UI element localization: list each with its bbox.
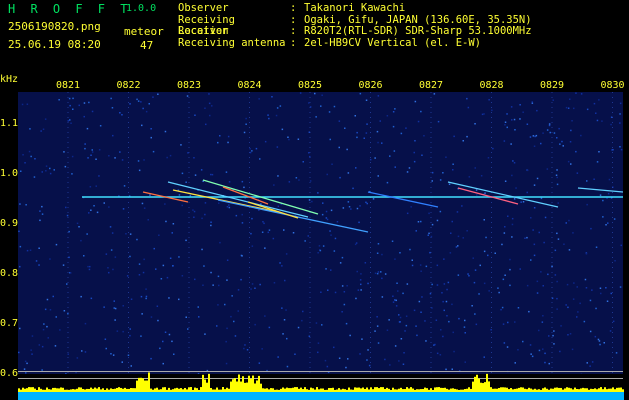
waterfall-canvas bbox=[18, 92, 623, 374]
file-name: 2506190820.png bbox=[8, 20, 101, 33]
frequency-tick-label: 0.8 bbox=[0, 268, 19, 279]
meta-row-antenna: Receiving antenna:2el-HB9CV Vertical (el… bbox=[178, 36, 482, 49]
meta-row-receiver: Receiver: R820T2(RTL-SDR) SDR-Sharp 53.10… bbox=[178, 25, 532, 37]
waterfall-spectrogram[interactable] bbox=[18, 92, 623, 374]
time-tick-label: 0821 bbox=[55, 80, 81, 91]
meteor-echo bbox=[447, 181, 559, 208]
time-tick-label: 0829 bbox=[539, 80, 565, 91]
time-tick-label: 0828 bbox=[479, 80, 504, 91]
frequency-unit-label: kHz bbox=[0, 74, 19, 85]
time-tick-label: 0826 bbox=[358, 80, 383, 91]
meteor-echo bbox=[247, 201, 299, 219]
frequency-tick-label: 0.7 bbox=[0, 318, 19, 329]
header-panel: H R O F F T 1.0.0 2506190820.png 25.06.1… bbox=[0, 0, 629, 74]
metadata-block: Observer: Takanori Kawachi Receiving Loca… bbox=[178, 2, 532, 49]
file-datetime: 25.06.19 08:20 bbox=[8, 38, 101, 51]
spectrogram-panel: kHz 1.1 1.0 0.9 0.8 0.7 0.6 0821 0822 0823 0824 0… bbox=[0, 74, 629, 400]
time-tick-label: 0825 bbox=[297, 80, 323, 91]
meteor-echo bbox=[367, 191, 439, 208]
time-tick-label: 0827 bbox=[418, 80, 444, 91]
time-tick-label: 0822 bbox=[116, 80, 141, 91]
frequency-tick-label: 1.1 bbox=[0, 118, 19, 129]
meta-row-observer: Observer: Takanori Kawachi bbox=[178, 2, 406, 14]
app-version: 1.0.0 bbox=[126, 3, 157, 14]
frequency-tick-label: 1.0 bbox=[0, 168, 19, 179]
detection-count: 47 bbox=[140, 39, 154, 52]
time-tick-label: 0830 bbox=[600, 80, 625, 91]
frequency-tick-label: 0.9 bbox=[0, 218, 19, 229]
detection-label: meteor bbox=[124, 25, 164, 38]
signal-level-strip bbox=[18, 371, 624, 400]
meteor-echo bbox=[577, 187, 623, 193]
app-name: H R O F F T bbox=[8, 2, 132, 16]
time-tick-label: 0823 bbox=[176, 80, 202, 91]
time-tick-label: 0824 bbox=[237, 80, 262, 91]
meteor-echo bbox=[167, 181, 309, 218]
